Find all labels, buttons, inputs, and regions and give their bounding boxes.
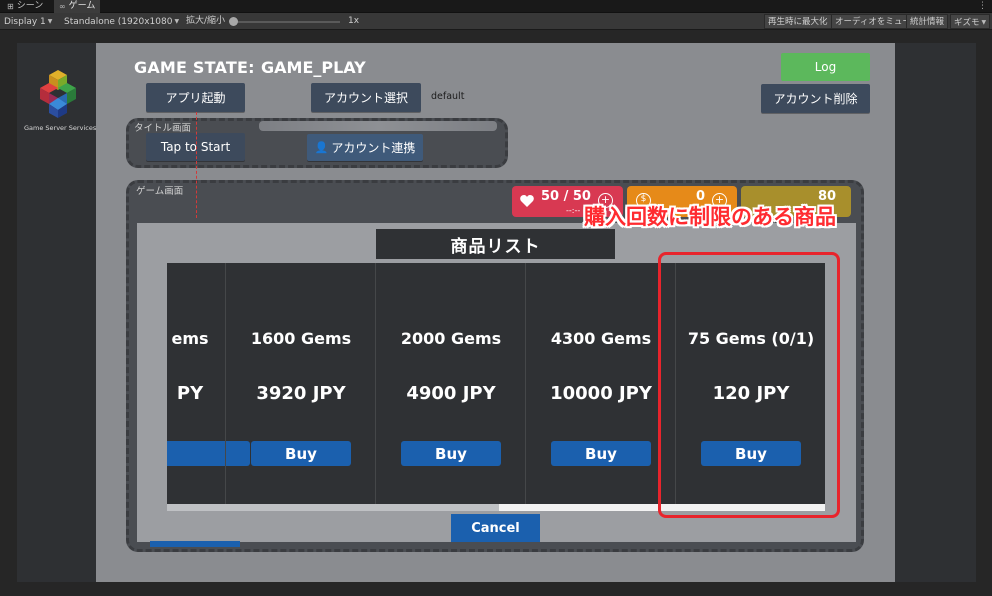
game-screen-label: ゲーム画面	[136, 186, 184, 197]
tab-scene[interactable]: ⊞ シーン	[2, 0, 48, 13]
game-view-toolbar: Display 1 ▼ Standalone (1920x1080 ▼ 拡大/縮小 …	[0, 13, 992, 30]
buy-button[interactable]: Buy	[251, 441, 351, 466]
resolution-dropdown[interactable]: Standalone (1920x1080 ▼	[64, 13, 179, 30]
unity-editor-window: ⊞ シーン ∞ ゲーム ⋮ Display 1 ▼ Standalone (192…	[0, 0, 992, 596]
account-link-label: アカウント連携	[331, 141, 416, 155]
buy-button[interactable]: Buy	[401, 441, 501, 466]
account-select-button[interactable]: アカウント選択	[311, 83, 421, 112]
stats-button[interactable]: 統計情報	[906, 14, 949, 29]
product-card: 1600 Gems 3920 JPY Buy	[225, 263, 375, 504]
product-name: 1600 Gems	[250, 329, 352, 348]
account-link-button[interactable]: 👤 アカウント連携	[307, 134, 423, 161]
maximize-on-play-button[interactable]: 再生時に最大化	[764, 14, 832, 29]
tab-scene-label: シーン	[16, 1, 44, 11]
product-price: 3920 JPY	[256, 383, 346, 404]
display-dropdown-label: Display 1	[4, 17, 46, 27]
game-state-label: GAME STATE:	[134, 58, 255, 77]
logo-caption: Game Server Services	[24, 124, 97, 132]
account-select-value: default	[431, 91, 465, 102]
limited-product-highlight	[658, 252, 840, 518]
log-button[interactable]: Log	[781, 53, 870, 81]
cancel-button[interactable]: Cancel	[451, 514, 540, 542]
chevron-down-icon: ▼	[174, 18, 180, 25]
more-options-icon[interactable]: ⋮	[978, 0, 987, 13]
gizmos-label: ギズモ	[954, 18, 980, 28]
tab-game[interactable]: ∞ ゲーム	[54, 0, 101, 13]
life-recover-timer: --:--	[566, 206, 581, 215]
chevron-down-icon: ▼	[47, 18, 53, 25]
product-price: 10000 JPY	[550, 383, 652, 404]
product-name: 2000 Gems	[400, 329, 502, 348]
scale-slider-track[interactable]	[232, 21, 340, 23]
scale-label: 拡大/縮小	[186, 16, 226, 26]
blurred-user-id	[259, 121, 497, 131]
buy-button[interactable]: Buy	[551, 441, 651, 466]
shop-title: 商品リスト	[376, 229, 615, 259]
gs2-logo-icon	[40, 70, 76, 118]
chevron-down-icon: ▼	[981, 19, 987, 26]
display-dropdown[interactable]: Display 1 ▼	[4, 13, 52, 30]
annotation-callout: 購入回数に制限のある商品	[584, 205, 836, 229]
game-state-value: GAME_PLAY	[261, 58, 366, 77]
user-icon: 👤	[314, 141, 329, 154]
grid-icon: ⊞	[7, 2, 14, 11]
product-name: 4300 Gems	[550, 329, 652, 348]
covered-button	[150, 541, 240, 547]
gamepad-icon: ∞	[59, 2, 66, 11]
app-start-button[interactable]: アプリ起動	[146, 83, 245, 112]
scale-value: 1x	[348, 16, 360, 26]
scale-slider-handle[interactable]	[229, 17, 238, 26]
gizmos-button[interactable]: ギズモ ▼	[950, 14, 991, 29]
resolution-dropdown-label: Standalone (1920x1080	[64, 17, 173, 27]
product-price: 4900 JPY	[406, 383, 496, 404]
product-card: 2000 Gems 4900 JPY Buy	[375, 263, 525, 504]
editor-tab-bar: ⊞ シーン ∞ ゲーム ⋮	[0, 0, 992, 13]
tab-game-label: ゲーム	[68, 1, 96, 11]
product-card: 4300 Gems 10000 JPY Buy	[525, 263, 675, 504]
product-card: ems PY	[167, 263, 250, 504]
guide-line	[196, 112, 197, 218]
heart-icon	[520, 195, 534, 207]
title-screen-label: タイトル画面	[134, 123, 192, 134]
account-delete-button[interactable]: アカウント削除	[761, 84, 870, 113]
